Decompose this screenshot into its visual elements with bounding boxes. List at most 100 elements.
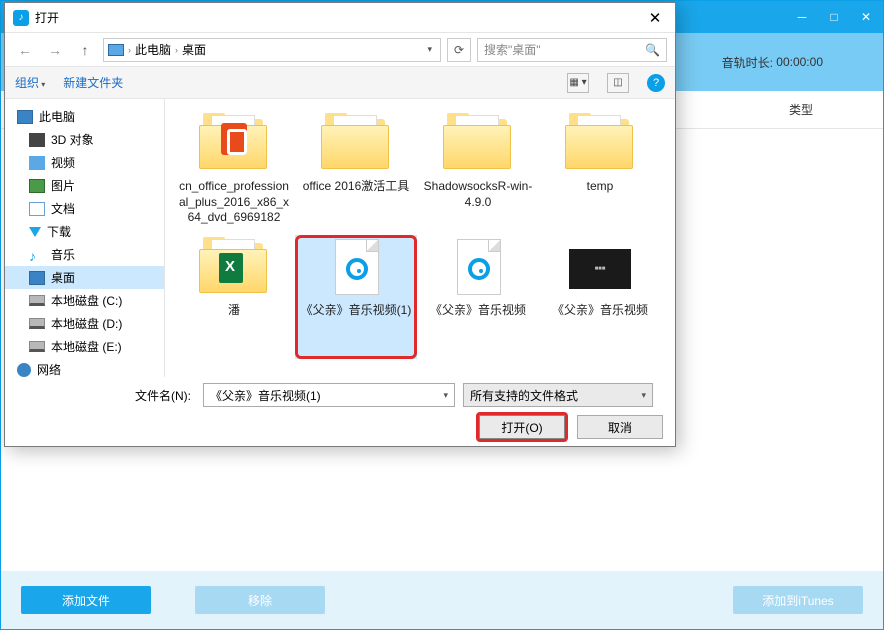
file-label: 《父亲》音乐视频	[548, 303, 652, 319]
dialog-main: 此电脑 3D 对象视频图片文档下载♪ 音乐桌面本地磁盘 (C:) 本地磁盘 (D:) 本…	[5, 99, 675, 377]
filetype-value: 所有支持的文件格式	[470, 387, 578, 404]
tree-item-label: 音乐	[51, 246, 75, 263]
tree-item[interactable]: 本地磁盘 (C:)	[5, 289, 164, 312]
vid-icon	[29, 156, 45, 170]
help-icon[interactable]: ?	[647, 74, 665, 92]
tree-item-label: 本地磁盘 (E:)	[51, 338, 122, 355]
duration-label: 音轨时长:	[722, 54, 773, 71]
nav-tree: 此电脑 3D 对象视频图片文档下载♪ 音乐桌面本地磁盘 (C:) 本地磁盘 (D:) 本…	[5, 99, 165, 377]
nav-up-icon[interactable]: ↑	[73, 38, 97, 62]
minimize-icon[interactable]: ─	[793, 8, 811, 26]
disk-icon	[29, 318, 45, 329]
column-type: 类型	[789, 101, 813, 118]
file-label: ShadowsocksR-win-4.9.0	[417, 179, 539, 210]
file-item[interactable]: office 2016激活工具	[295, 111, 417, 235]
music-icon: ♪	[29, 248, 45, 262]
file-grid: cn_office_professional_plus_2016_x86_x64…	[165, 99, 675, 377]
file-label: temp	[583, 179, 618, 195]
desk-icon	[29, 271, 45, 285]
breadcrumb-location[interactable]: 桌面	[182, 41, 206, 58]
file-item[interactable]: 《父亲》音乐视频	[417, 235, 539, 359]
chevron-down-icon[interactable]: ▾	[427, 44, 436, 55]
maximize-icon[interactable]: □	[825, 8, 843, 26]
search-placeholder: 搜索"桌面"	[484, 41, 541, 58]
tree-item[interactable]: 视频	[5, 151, 164, 174]
dialog-nav: ← → ↑ › 此电脑 › 桌面 ▾ ⟳ 搜索"桌面" 🔍	[5, 33, 675, 67]
tree-item-label: 图片	[51, 177, 75, 194]
tree-item-label: 网络	[37, 361, 61, 377]
chevron-down-icon[interactable]: ▾	[641, 390, 646, 401]
cube-icon	[29, 133, 45, 147]
tree-item-label: 本地磁盘 (D:)	[51, 315, 122, 332]
breadcrumb-pc[interactable]: 此电脑	[135, 41, 171, 58]
dialog-toolbar: 组织 新建文件夹 ▦ ▾ ◫ ?	[5, 67, 675, 99]
img-icon	[29, 179, 45, 193]
duration-value: 00:00:00	[776, 55, 823, 69]
organize-button[interactable]: 组织	[15, 74, 45, 91]
tree-item-label: 下载	[47, 223, 71, 240]
filetype-select[interactable]: 所有支持的文件格式 ▾	[463, 383, 653, 407]
dialog-close-icon[interactable]: ✕	[635, 4, 675, 32]
tree-item[interactable]: 本地磁盘 (E:)	[5, 335, 164, 358]
pc-icon	[17, 110, 33, 124]
file-item[interactable]: 潘	[173, 235, 295, 359]
tree-item-label: 此电脑	[39, 108, 75, 125]
file-item[interactable]: cn_office_professional_plus_2016_x86_x64…	[173, 111, 295, 235]
add-to-itunes-button[interactable]: 添加到iTunes	[733, 586, 863, 614]
file-label: 《父亲》音乐视频	[426, 303, 530, 319]
tree-item-label: 视频	[51, 154, 75, 171]
nav-back-icon[interactable]: ←	[13, 38, 37, 62]
file-label: cn_office_professional_plus_2016_x86_x64…	[173, 179, 295, 226]
tree-item-label: 3D 对象	[51, 131, 94, 148]
app-footer: 添加文件 移除 添加到iTunes	[1, 571, 883, 629]
tree-item[interactable]: 3D 对象	[5, 128, 164, 151]
tree-item[interactable]: 此电脑	[5, 105, 164, 128]
file-label: 《父亲》音乐视频(1)	[297, 303, 416, 319]
file-item[interactable]: temp	[539, 111, 661, 235]
down-icon	[29, 227, 41, 237]
filename-label: 文件名(N):	[15, 387, 195, 404]
view-mode-icon[interactable]: ▦ ▾	[567, 73, 589, 93]
close-icon[interactable]: ✕	[857, 8, 875, 26]
preview-pane-icon[interactable]: ◫	[607, 73, 629, 93]
doc-icon	[29, 202, 45, 216]
chevron-right-icon: ›	[128, 45, 131, 55]
cancel-button[interactable]: 取消	[577, 415, 663, 439]
file-item[interactable]: ShadowsocksR-win-4.9.0	[417, 111, 539, 235]
remove-button[interactable]: 移除	[195, 586, 325, 614]
nav-forward-icon[interactable]: →	[43, 38, 67, 62]
search-icon: 🔍	[645, 43, 660, 57]
net-icon	[17, 363, 31, 377]
tree-item[interactable]: 下载	[5, 220, 164, 243]
filename-value: 《父亲》音乐视频(1)	[210, 387, 321, 404]
dialog-titlebar: ♪ 打开 ✕	[5, 3, 675, 33]
tree-item-label: 文档	[51, 200, 75, 217]
tree-item[interactable]: ♪ 音乐	[5, 243, 164, 266]
open-button[interactable]: 打开(O)	[479, 415, 565, 439]
dialog-bottom: 文件名(N): 《父亲》音乐视频(1) ▾ 所有支持的文件格式 ▾ 打开(O) …	[5, 377, 675, 445]
breadcrumb[interactable]: › 此电脑 › 桌面 ▾	[103, 38, 441, 62]
disk-icon	[29, 295, 45, 306]
file-label: 潘	[224, 303, 244, 319]
chevron-down-icon[interactable]: ▾	[443, 390, 448, 401]
disk-icon	[29, 341, 45, 352]
tree-item[interactable]: 本地磁盘 (D:)	[5, 312, 164, 335]
file-item[interactable]: ■■■《父亲》音乐视频	[539, 235, 661, 359]
search-input[interactable]: 搜索"桌面" 🔍	[477, 38, 667, 62]
refresh-icon[interactable]: ⟳	[447, 38, 471, 62]
pc-icon	[108, 44, 124, 56]
new-folder-button[interactable]: 新建文件夹	[63, 74, 123, 91]
tree-item[interactable]: 文档	[5, 197, 164, 220]
open-dialog: ♪ 打开 ✕ ← → ↑ › 此电脑 › 桌面 ▾ ⟳ 搜索"桌面" 🔍 组织 …	[4, 2, 676, 447]
tree-item[interactable]: 桌面	[5, 266, 164, 289]
dialog-title: 打开	[35, 9, 59, 26]
tree-item[interactable]: 网络	[5, 358, 164, 377]
file-label: office 2016激活工具	[299, 179, 414, 195]
tree-item[interactable]: 图片	[5, 174, 164, 197]
app-icon: ♪	[13, 10, 29, 26]
filename-input[interactable]: 《父亲》音乐视频(1) ▾	[203, 383, 455, 407]
add-file-button[interactable]: 添加文件	[21, 586, 151, 614]
tree-item-label: 桌面	[51, 269, 75, 286]
chevron-right-icon: ›	[175, 45, 178, 55]
file-item[interactable]: 《父亲》音乐视频(1)	[295, 235, 417, 359]
